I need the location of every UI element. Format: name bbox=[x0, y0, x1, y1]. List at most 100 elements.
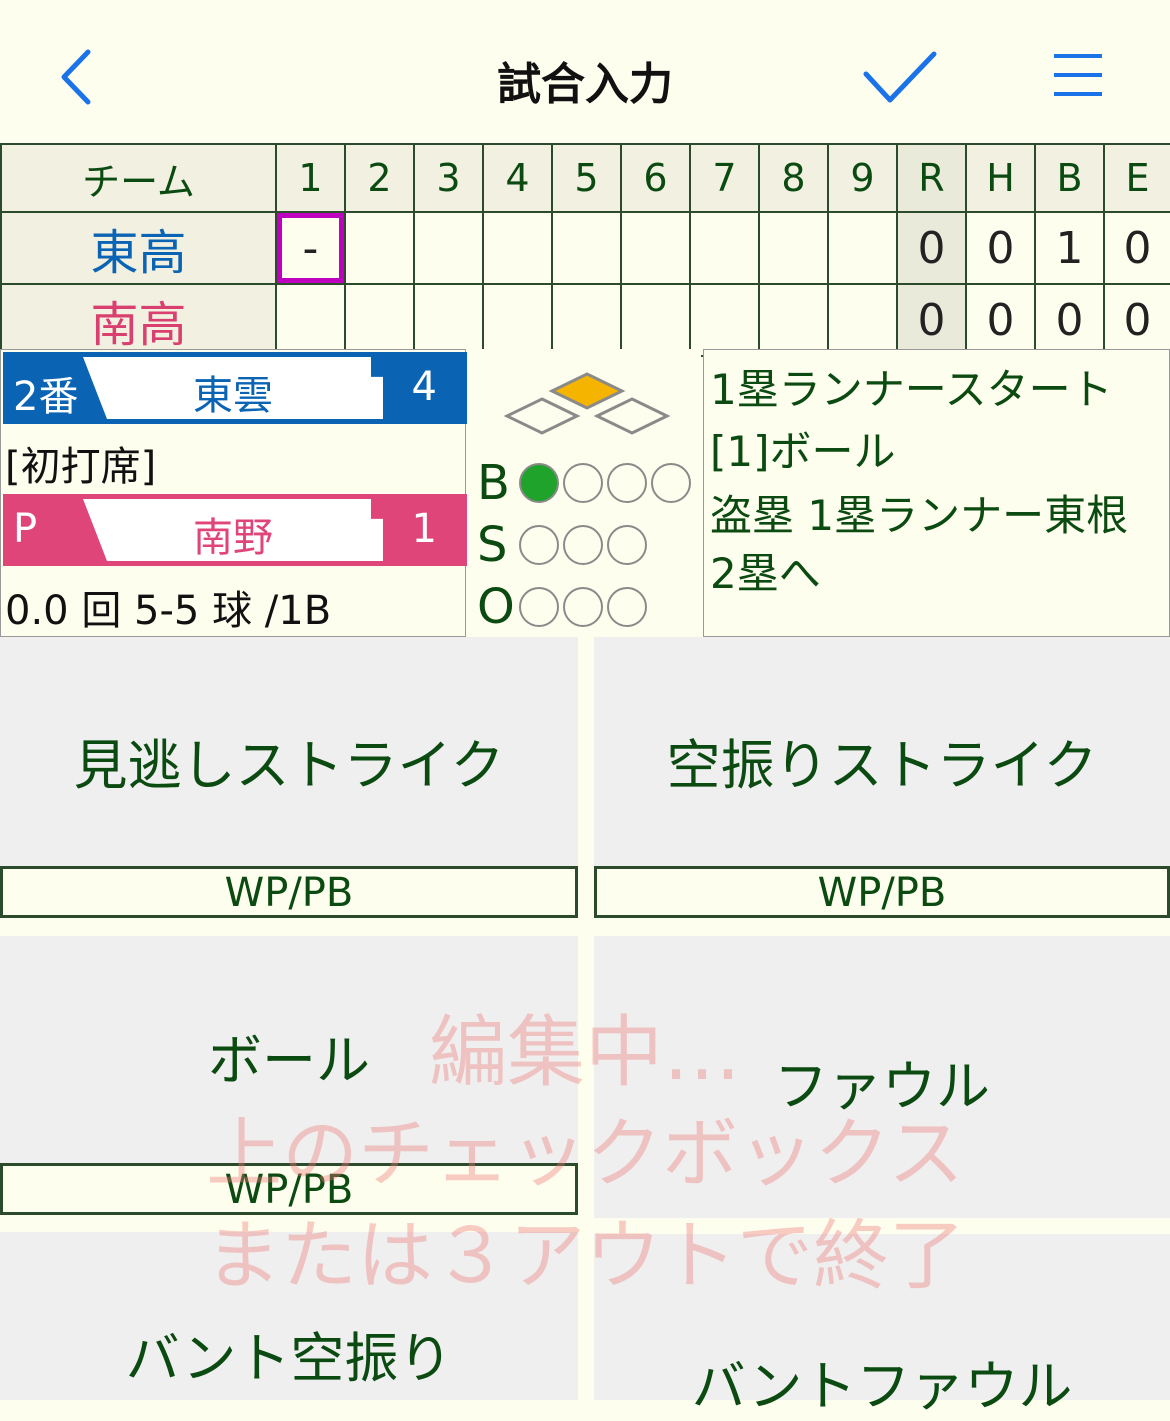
inning-header: 4 bbox=[482, 143, 553, 213]
inning-score[interactable] bbox=[758, 283, 829, 357]
inning-score[interactable] bbox=[275, 283, 346, 357]
strikes-label: S bbox=[477, 517, 508, 573]
page-title: 試合入力 bbox=[497, 59, 673, 110]
home-hits: 0 bbox=[965, 283, 1036, 357]
swinging-strike-button[interactable]: 空振りストライク bbox=[594, 637, 1170, 867]
away-team-name[interactable]: 東高 bbox=[0, 211, 277, 285]
inning-score[interactable] bbox=[551, 211, 622, 285]
ball-indicator bbox=[563, 463, 603, 503]
inning-header: 9 bbox=[827, 143, 898, 213]
ball-indicator bbox=[651, 463, 691, 503]
wp-pb-button-called-strike[interactable]: WP/PB bbox=[0, 866, 578, 918]
batter-name: 東雲 bbox=[193, 373, 273, 419]
home-runs: 0 bbox=[896, 283, 967, 357]
inning-header: 5 bbox=[551, 143, 622, 213]
hits-header: H bbox=[965, 143, 1036, 213]
away-runs: 0 bbox=[896, 211, 967, 285]
batter-bar[interactable]: 2番 東雲 4 bbox=[3, 352, 467, 424]
play-log-line: 2塁へ bbox=[710, 549, 821, 598]
foul-label: ファウル bbox=[774, 1055, 990, 1118]
scoreboard: チーム 1 2 3 4 5 6 7 8 9 R H B E 東高 - 0 0 1… bbox=[0, 143, 1170, 357]
ball-label: ボール bbox=[208, 1029, 370, 1092]
inning-header: 6 bbox=[620, 143, 691, 213]
menu-button[interactable] bbox=[1050, 50, 1106, 100]
runs-header: R bbox=[896, 143, 967, 213]
third-base bbox=[503, 397, 581, 435]
ball-indicator bbox=[519, 463, 559, 503]
player-panel: 2番 東雲 4 [初打席] P 南野 1 0.0 回 5-5 球 /1B bbox=[0, 349, 467, 637]
inning-score[interactable] bbox=[758, 211, 829, 285]
pitcher-name: 南野 bbox=[193, 515, 273, 561]
pitcher-bar[interactable]: P 南野 1 bbox=[3, 494, 467, 566]
hamburger-menu-icon bbox=[1054, 54, 1102, 96]
inning-score[interactable] bbox=[689, 283, 760, 357]
wp-pb-button-ball[interactable]: WP/PB bbox=[0, 1163, 578, 1215]
inning-score[interactable] bbox=[344, 211, 415, 285]
ball-button[interactable]: ボール bbox=[0, 936, 578, 1164]
away-errors: 0 bbox=[1103, 211, 1170, 285]
wp-pb-button-swinging-strike[interactable]: WP/PB bbox=[594, 866, 1170, 918]
out-indicator bbox=[563, 587, 603, 627]
checkmark-icon bbox=[863, 51, 937, 103]
balls-label: B bbox=[477, 455, 510, 511]
pitcher-name-ribbon: 南野 bbox=[83, 499, 383, 561]
away-team-row: 東高 - 0 0 1 0 bbox=[0, 211, 1170, 285]
confirm-button[interactable] bbox=[860, 48, 940, 108]
inning-header: 8 bbox=[758, 143, 829, 213]
inning-header: 1 bbox=[275, 143, 346, 213]
inning-header: 7 bbox=[689, 143, 760, 213]
strike-indicator bbox=[607, 525, 647, 565]
out-indicator bbox=[607, 587, 647, 627]
bases-diamond-icon bbox=[503, 372, 671, 435]
inning-score[interactable] bbox=[482, 211, 553, 285]
bunt-foul-button[interactable]: バントファウル bbox=[594, 1234, 1170, 1418]
batter-name-ribbon: 東雲 bbox=[83, 357, 383, 419]
out-indicator bbox=[519, 587, 559, 627]
home-team-row: 南高 0 0 0 0 bbox=[0, 283, 1170, 357]
batter-position: 4 bbox=[411, 364, 437, 410]
pitcher-number: 1 bbox=[411, 506, 437, 552]
strike-indicator bbox=[519, 525, 559, 565]
second-base bbox=[548, 372, 626, 410]
batting-order: 2番 bbox=[13, 374, 79, 420]
inning-score[interactable] bbox=[344, 283, 415, 357]
inning-score[interactable] bbox=[620, 283, 691, 357]
first-base bbox=[593, 397, 671, 435]
inning-header: 2 bbox=[344, 143, 415, 213]
swinging-strike-label: 空振りストライク bbox=[666, 734, 1098, 797]
inning-score[interactable] bbox=[413, 283, 484, 357]
away-walks: 1 bbox=[1034, 211, 1105, 285]
inning-header: 3 bbox=[413, 143, 484, 213]
inning-score-current[interactable]: - bbox=[275, 211, 346, 285]
bunt-swinging-strike-label: バント空振り bbox=[125, 1327, 453, 1390]
home-team-name[interactable]: 南高 bbox=[0, 283, 277, 357]
scoreboard-header-row: チーム 1 2 3 4 5 6 7 8 9 R H B E bbox=[0, 143, 1170, 213]
strike-indicator bbox=[563, 525, 603, 565]
inning-score[interactable] bbox=[689, 211, 760, 285]
team-column-header: チーム bbox=[0, 143, 277, 213]
inning-score[interactable] bbox=[827, 211, 898, 285]
inning-score[interactable] bbox=[413, 211, 484, 285]
inning-score[interactable] bbox=[551, 283, 622, 357]
inning-score[interactable] bbox=[482, 283, 553, 357]
home-walks: 0 bbox=[1034, 283, 1105, 357]
errors-header: E bbox=[1103, 143, 1170, 213]
bunt-foul-label: バントファウル bbox=[691, 1355, 1073, 1418]
away-hits: 0 bbox=[965, 211, 1036, 285]
inning-score[interactable] bbox=[620, 211, 691, 285]
home-errors: 0 bbox=[1103, 283, 1170, 357]
pitcher-label: P bbox=[13, 506, 38, 552]
pitcher-stats: 0.0 回 5-5 球 /1B bbox=[5, 588, 332, 634]
play-log-line: [1]ボール bbox=[710, 427, 896, 476]
bunt-swinging-strike-button[interactable]: バント空振り bbox=[0, 1232, 578, 1400]
called-strike-label: 見逃しストライク bbox=[73, 734, 505, 797]
ball-indicator bbox=[607, 463, 647, 503]
inning-score[interactable] bbox=[827, 283, 898, 357]
walks-header: B bbox=[1034, 143, 1105, 213]
app-header: 試合入力 bbox=[0, 0, 1170, 143]
foul-button[interactable]: ファウル bbox=[594, 936, 1170, 1218]
play-log-panel: 1塁ランナースタート [1]ボール 盗塁 1塁ランナー東根 2塁へ bbox=[703, 349, 1170, 637]
action-divider bbox=[578, 637, 594, 1400]
outs-label: O bbox=[477, 579, 515, 635]
called-strike-button[interactable]: 見逃しストライク bbox=[0, 637, 578, 867]
